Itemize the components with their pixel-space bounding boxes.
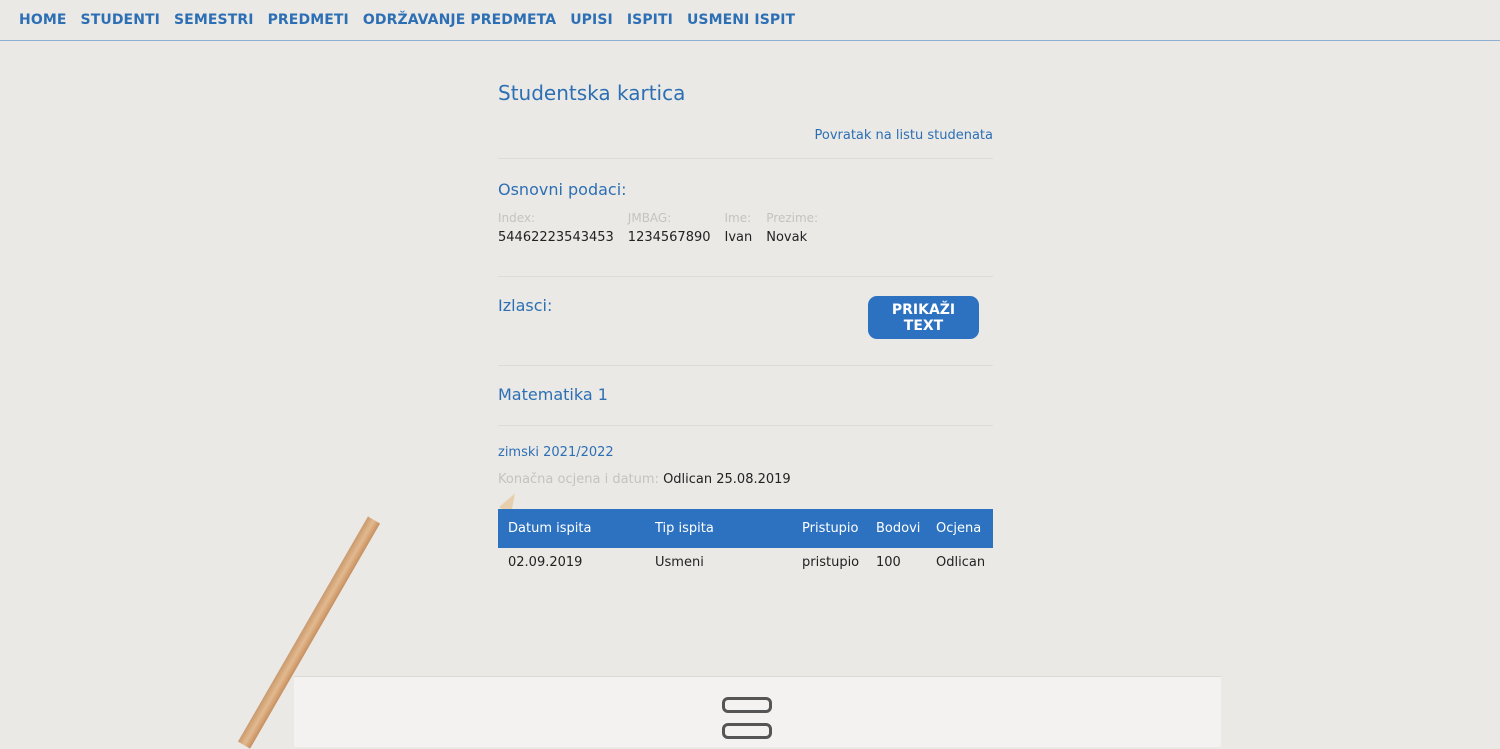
column-header-bodovi: Bodovi (866, 509, 926, 548)
prezime-value: Novak (766, 230, 808, 245)
cell-ocjena: Odlican (936, 555, 986, 570)
binder-ring (722, 723, 772, 739)
divider (498, 158, 993, 159)
divider (498, 276, 993, 277)
table-header-row: Datum ispita Tip ispita Pristupio Bodovi… (498, 509, 993, 548)
column-header-datum: Datum ispita (498, 509, 645, 548)
ime-field: Ime: Ivan (725, 211, 753, 248)
column-header-tip: Tip ispita (645, 509, 792, 548)
cell-bodovi: 100 (876, 555, 901, 570)
back-to-students-link[interactable]: Povratak na listu studenata (815, 128, 994, 143)
semester-label: zimski 2021/2022 (498, 445, 614, 460)
notebook-background (294, 676, 1221, 747)
cell-datum: 02.09.2019 (508, 555, 583, 570)
top-nav: HOME STUDENTI SEMESTRI PREDMETI ODRŽAVAN… (0, 0, 1500, 41)
index-field: Index: 54462223543453 (498, 211, 614, 248)
prezime-field: Prezime: Novak (766, 211, 818, 248)
nav-item-odrzavanje-predmeta[interactable]: ODRŽAVANJE PREDMETA (363, 12, 556, 28)
basic-info-heading: Osnovni podaci: (498, 180, 627, 199)
ime-label: Ime: (724, 211, 752, 225)
final-grade-label: Konačna ocjena i datum: (498, 472, 659, 487)
column-header-pristupio: Pristupio (792, 509, 866, 548)
basic-info: Index: 54462223543453 JMBAG: 1234567890 … (498, 211, 832, 248)
page-title: Studentska kartica (498, 81, 686, 105)
nav-item-predmeti[interactable]: PREDMETI (268, 12, 349, 28)
binder-ring (722, 697, 772, 713)
index-value: 54462223543453 (498, 230, 614, 245)
jmbag-label: JMBAG: (627, 211, 672, 225)
final-grade: Konačna ocjena i datum: Odlican 25.08.20… (498, 472, 791, 487)
ime-value: Ivan (724, 230, 753, 245)
nav-item-home[interactable]: HOME (19, 12, 67, 28)
exam-table: Datum ispita Tip ispita Pristupio Bodovi… (498, 509, 993, 577)
jmbag-field: JMBAG: 1234567890 (628, 211, 711, 248)
jmbag-value: 1234567890 (627, 230, 711, 245)
final-grade-value: Odlican 25.08.2019 (663, 472, 791, 487)
nav-item-semestri[interactable]: SEMESTRI (174, 12, 254, 28)
table-row: 02.09.2019 Usmeni pristupio 100 Odlican (498, 548, 993, 577)
attempts-heading: Izlasci: (498, 296, 553, 315)
divider (498, 365, 993, 366)
index-label: Index: (498, 211, 536, 225)
divider (498, 425, 993, 426)
show-text-button[interactable]: PRIKAŽI TEXT (868, 296, 979, 339)
nav-item-upisi[interactable]: UPISI (570, 12, 613, 28)
nav-item-studenti[interactable]: STUDENTI (81, 12, 160, 28)
column-header-ocjena: Ocjena (926, 509, 993, 548)
nav-item-usmeni-ispit[interactable]: USMENI ISPIT (687, 12, 795, 28)
nav-item-ispiti[interactable]: ISPITI (627, 12, 673, 28)
prezime-label: Prezime: (766, 211, 819, 225)
course-name: Matematika 1 (498, 385, 608, 404)
cell-pristupio: pristupio (802, 555, 860, 570)
cell-tip: Usmeni (655, 555, 704, 570)
